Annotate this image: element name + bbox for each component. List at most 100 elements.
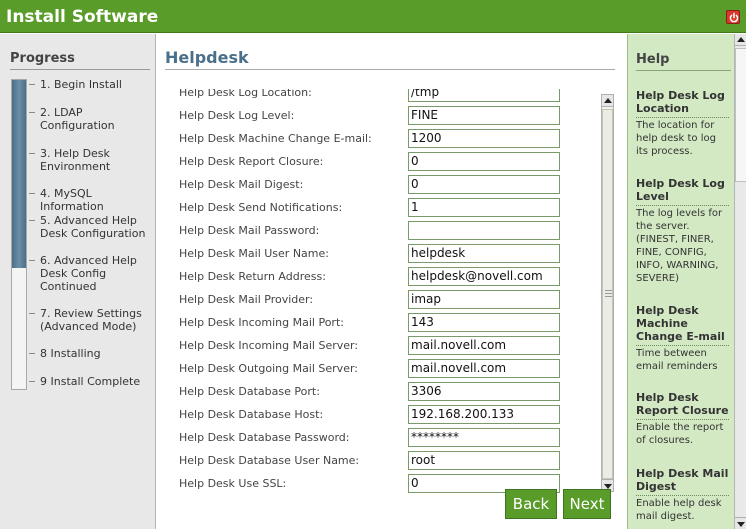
next-button[interactable]: Next	[563, 489, 611, 519]
scroll-up-button[interactable]	[735, 34, 746, 46]
field-label: Help Desk Send Notifications:	[179, 201, 343, 214]
step-ldap-configuration: 2. LDAP Configuration	[40, 106, 115, 132]
machine-change-email-input[interactable]: 1200	[408, 129, 560, 148]
help-panel: Help Help Desk Log Location The location…	[627, 34, 746, 529]
form-row: Help Desk Mail Digest: 0	[177, 175, 597, 195]
step-advanced-config-continued: 6. Advanced Help Desk Config Continued	[40, 254, 137, 293]
form-row: Help Desk Machine Change E-mail: 1200	[177, 129, 597, 149]
help-item-title: Help Desk Log Location	[636, 89, 725, 115]
scroll-down-button[interactable]	[735, 517, 746, 529]
page-title: Helpdesk	[165, 48, 249, 67]
help-item-title: Help Desk Mail Digest	[636, 467, 729, 493]
help-heading: Help	[636, 52, 670, 67]
form-row: Help Desk Database Password: ********	[177, 428, 597, 448]
form-row: Help Desk Log Location: /tmp	[177, 89, 597, 103]
form-row: Help Desk Log Level: FINE	[177, 106, 597, 126]
field-label: Help Desk Log Level:	[179, 109, 295, 122]
field-label: Help Desk Mail User Name:	[179, 247, 329, 260]
field-label: Help Desk Database Host:	[179, 408, 324, 421]
field-label: Help Desk Database Port:	[179, 385, 320, 398]
report-closure-input[interactable]: 0	[408, 152, 560, 171]
outgoing-mail-server-input[interactable]: mail.novell.com	[408, 359, 560, 378]
step-help-desk-environment: 3. Help Desk Environment	[40, 147, 111, 173]
database-user-name-input[interactable]: root	[408, 451, 560, 470]
help-item-divider	[636, 205, 729, 206]
power-icon	[729, 12, 739, 23]
arrow-up-icon	[604, 98, 612, 103]
form-row: Help Desk Incoming Mail Port: 143	[177, 313, 597, 333]
main-panel: Helpdesk Help Desk Log Location: /tmp He…	[157, 34, 626, 529]
step-tick	[29, 153, 35, 154]
form-row: Help Desk Return Address: helpdesk@novel…	[177, 267, 597, 287]
help-item-desc: Time between email reminders	[636, 348, 718, 372]
field-label: Help Desk Log Location:	[179, 89, 312, 99]
database-host-input[interactable]: 192.168.200.133	[408, 405, 560, 424]
scrollbar-thumb[interactable]	[602, 109, 613, 479]
back-button[interactable]: Back	[505, 489, 557, 519]
step-installing: 8 Installing	[40, 347, 101, 360]
progress-divider	[10, 69, 150, 70]
step-install-complete: 9 Install Complete	[40, 375, 141, 388]
grip-icon	[605, 293, 612, 294]
form-row: Help Desk Send Notifications: 1	[177, 198, 597, 218]
mail-digest-input[interactable]: 0	[408, 175, 560, 194]
step-tick	[29, 193, 35, 194]
send-notifications-input[interactable]: 1	[408, 198, 560, 217]
help-item-divider	[636, 495, 729, 496]
scroll-up-button[interactable]	[602, 95, 613, 107]
form-row: Help Desk Report Closure: 0	[177, 152, 597, 172]
field-label: Help Desk Return Address:	[179, 270, 326, 283]
progress-heading: Progress	[10, 51, 75, 66]
scrollbar-thumb[interactable]	[735, 48, 746, 182]
help-item-title: Help Desk Report Closure	[636, 391, 729, 417]
log-location-input[interactable]: /tmp	[408, 89, 560, 102]
step-mysql-information: 4. MySQL Information	[40, 187, 104, 213]
field-label: Help Desk Incoming Mail Port:	[179, 316, 344, 329]
form-row: Help Desk Database User Name: root	[177, 451, 597, 471]
mail-provider-input[interactable]: imap	[408, 290, 560, 309]
step-tick	[29, 313, 35, 314]
step-advanced-config: 5. Advanced Help Desk Configuration	[40, 214, 146, 240]
progress-bar	[11, 79, 27, 390]
help-item-divider	[636, 345, 729, 346]
incoming-mail-server-input[interactable]: mail.novell.com	[408, 336, 560, 355]
help-item-desc: Enable help desk mail digest.	[636, 498, 722, 522]
form-row: Help Desk Mail User Name: helpdesk	[177, 244, 597, 264]
mail-password-input[interactable]	[408, 221, 560, 240]
step-tick	[29, 220, 35, 221]
step-tick	[29, 260, 35, 261]
form-row: Help Desk Mail Provider: imap	[177, 290, 597, 310]
progress-panel: Progress 1. Begin Install 2. LDAP Config…	[0, 34, 156, 529]
title-divider	[165, 69, 615, 70]
settings-form[interactable]: Help Desk Log Location: /tmp Help Desk L…	[177, 89, 617, 494]
field-label: Help Desk Report Closure:	[179, 155, 324, 168]
incoming-mail-port-input[interactable]: 143	[408, 313, 560, 332]
form-row: Help Desk Database Host: 192.168.200.133	[177, 405, 597, 425]
grip-icon	[605, 290, 612, 291]
help-item-desc: Enable the report of closures.	[636, 422, 724, 446]
step-review-settings: 7. Review Settings (Advanced Mode)	[40, 307, 142, 333]
help-scrollbar[interactable]	[734, 34, 746, 529]
mail-user-name-input[interactable]: helpdesk	[408, 244, 560, 263]
form-scrollbar[interactable]	[601, 94, 614, 492]
field-label: Help Desk Machine Change E-mail:	[179, 132, 372, 145]
step-tick	[29, 353, 35, 354]
form-row: Help Desk Mail Password:	[177, 221, 597, 241]
field-label: Help Desk Incoming Mail Server:	[179, 339, 359, 352]
progress-bar-fill	[12, 80, 26, 269]
field-label: Help Desk Database User Name:	[179, 454, 360, 467]
database-port-input[interactable]: 3306	[408, 382, 560, 401]
step-begin-install: 1. Begin Install	[40, 78, 122, 91]
help-item-divider	[636, 117, 729, 118]
help-item-desc: The location for help desk to log its pr…	[636, 120, 716, 157]
log-level-input[interactable]: FINE	[408, 106, 560, 125]
window-title: Install Software	[6, 7, 159, 27]
form-row: Help Desk Outgoing Mail Server: mail.nov…	[177, 359, 597, 379]
return-address-input[interactable]: helpdesk@novell.com	[408, 267, 560, 286]
database-password-input[interactable]: ********	[408, 428, 560, 447]
step-tick	[29, 381, 35, 382]
field-label: Help Desk Use SSL:	[179, 477, 287, 490]
close-button[interactable]	[726, 10, 740, 24]
step-tick	[29, 112, 35, 113]
title-bar: Install Software	[0, 0, 746, 33]
